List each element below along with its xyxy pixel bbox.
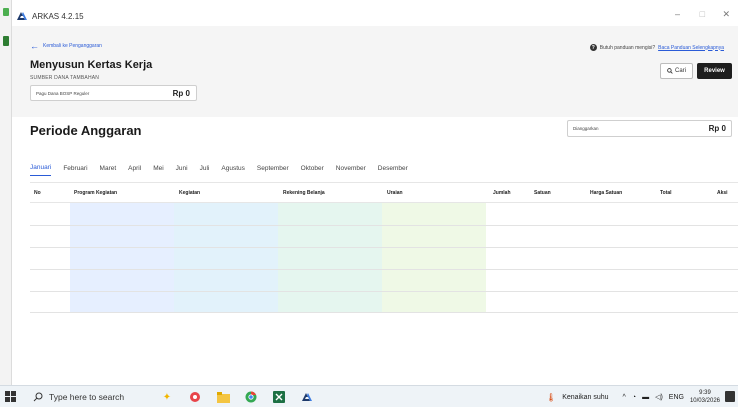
arrow-left-icon: ←: [30, 40, 39, 51]
thermometer-icon: 🌡: [546, 392, 557, 402]
tab-maret[interactable]: Maret: [100, 165, 117, 176]
tab-januari[interactable]: Januari: [30, 164, 52, 176]
notification-icon[interactable]: [725, 391, 735, 402]
chrome-icon[interactable]: [242, 389, 260, 405]
help-text: Butuh panduan mengisi?: [599, 44, 656, 51]
arkas-logo-icon: [17, 12, 27, 20]
month-tabs: Januari Februari Maret April Mei Juni Ju…: [30, 160, 420, 176]
back-link[interactable]: ← Kembali ke Penganggaran: [30, 40, 102, 51]
tab-juni[interactable]: Juni: [176, 165, 188, 176]
windows-start-icon[interactable]: [5, 391, 16, 402]
tab-desember[interactable]: Desember: [378, 165, 408, 176]
taskbar-search[interactable]: Type here to search: [33, 389, 153, 405]
system-tray: 🌡 Kenaikan suhu ^ ◔ ▬ ◁) ENG 9:39 10/03/…: [546, 389, 720, 405]
help-panduan: ? Butuh panduan mengisi? Baca Panduan Se…: [589, 44, 724, 51]
windows-taskbar: Type here to search ✦ 🌡 Kenaikan suhu ^ …: [0, 385, 738, 407]
kertas-kerja-table: No Program Kegiatan Kegiatan Rekening Be…: [30, 182, 738, 313]
browser-icon[interactable]: [186, 389, 204, 405]
search-icon: [667, 68, 673, 74]
table-row: [30, 247, 738, 248]
column-header-aksi: Aksi: [717, 190, 728, 196]
background-window-marker: [3, 8, 9, 16]
pagu-dana-value: Rp 0: [172, 89, 190, 98]
question-icon: ?: [589, 44, 597, 51]
tab-november[interactable]: November: [336, 165, 366, 176]
cari-button[interactable]: Cari: [660, 63, 693, 79]
background-window-marker: [3, 36, 9, 46]
search-icon: [33, 392, 43, 402]
dianggarkan-value: Rp 0: [708, 124, 726, 133]
column-header-satuan: Satuan: [534, 190, 551, 196]
column-header-program-kegiatan: Program Kegiatan: [74, 190, 118, 196]
tab-juli[interactable]: Juli: [200, 165, 210, 176]
taskbar-search-placeholder: Type here to search: [49, 392, 125, 402]
column-header-uraian: Uraian: [387, 190, 403, 196]
page-title: Menyusun Kertas Kerja: [30, 59, 153, 71]
minimize-button[interactable]: –: [675, 9, 680, 19]
title-bar: ARKAS 4.2.15: [12, 6, 738, 26]
window-title: ARKAS 4.2.15: [32, 11, 84, 21]
tab-oktober[interactable]: Oktober: [301, 165, 324, 176]
clock-time: 9:39: [699, 390, 711, 396]
tab-april[interactable]: April: [128, 165, 141, 176]
close-button[interactable]: ✕: [722, 9, 730, 20]
column-header-jumlah: Jumlah: [493, 190, 511, 196]
taskbar-clock[interactable]: 9:39 10/03/2026: [690, 389, 720, 405]
table-row: [30, 269, 738, 270]
page-subtitle: SUMBER DANA TAMBAHAN: [30, 75, 100, 81]
back-link-label: Kembali ke Penganggaran: [43, 43, 102, 49]
background-window-edge: [0, 0, 12, 385]
column-header-harga-satuan: Harga Satuan: [590, 190, 623, 196]
table-row: [30, 291, 738, 292]
review-button[interactable]: Review: [697, 63, 732, 79]
table-row: [30, 225, 738, 226]
dianggarkan-field: Dianggarkan Rp 0: [567, 120, 732, 137]
taskbar-apps: ✦: [158, 389, 316, 405]
pagu-dana-label: Pagu Dana BOSP Reguler: [36, 91, 90, 96]
table-header: No Program Kegiatan Kegiatan Rekening Be…: [30, 182, 738, 203]
chevron-up-icon[interactable]: ^: [623, 394, 626, 401]
column-header-rekening-belanja: Rekening Belanja: [283, 190, 325, 196]
rekening-belanja-column: [278, 203, 382, 313]
uraian-column: [382, 203, 486, 313]
column-header-no: No: [34, 190, 41, 196]
clock-date: 10/03/2026: [689, 398, 720, 404]
periode-title: Periode Anggaran: [30, 123, 142, 138]
arkas-taskbar-icon[interactable]: [298, 389, 316, 405]
tab-agustus[interactable]: Agustus: [221, 165, 245, 176]
pagu-dana-field: Pagu Dana BOSP Reguler Rp 0: [30, 85, 197, 101]
table-body: [30, 203, 738, 313]
page-header: ← Kembali ke Penganggaran Menyusun Kerta…: [12, 26, 738, 117]
tab-mei[interactable]: Mei: [153, 165, 163, 176]
kegiatan-column: [174, 203, 278, 313]
tab-februari[interactable]: Februari: [63, 165, 87, 176]
file-explorer-icon[interactable]: [214, 389, 232, 405]
language-indicator[interactable]: ENG: [669, 394, 684, 401]
weather-text[interactable]: Kenaikan suhu: [562, 394, 608, 401]
table-row: [30, 312, 738, 313]
cari-label: Cari: [674, 68, 686, 74]
network-icon[interactable]: ◔: [632, 394, 636, 401]
sparkle-icon[interactable]: ✦: [158, 389, 176, 405]
column-header-total: Total: [660, 190, 672, 196]
column-header-kegiatan: Kegiatan: [179, 190, 201, 196]
tab-september[interactable]: September: [257, 165, 289, 176]
maximize-button[interactable]: □: [700, 9, 705, 19]
dianggarkan-label: Dianggarkan: [573, 126, 599, 131]
excel-icon[interactable]: [270, 389, 288, 405]
app-window: ARKAS 4.2.15 – □ ✕ ← Kembali ke Pengangg…: [12, 6, 738, 385]
panduan-link[interactable]: Baca Panduan Selengkapnya: [658, 45, 724, 51]
battery-icon[interactable]: ▬: [642, 394, 649, 401]
program-kegiatan-column: [70, 203, 174, 313]
volume-icon[interactable]: ◁): [655, 393, 663, 401]
